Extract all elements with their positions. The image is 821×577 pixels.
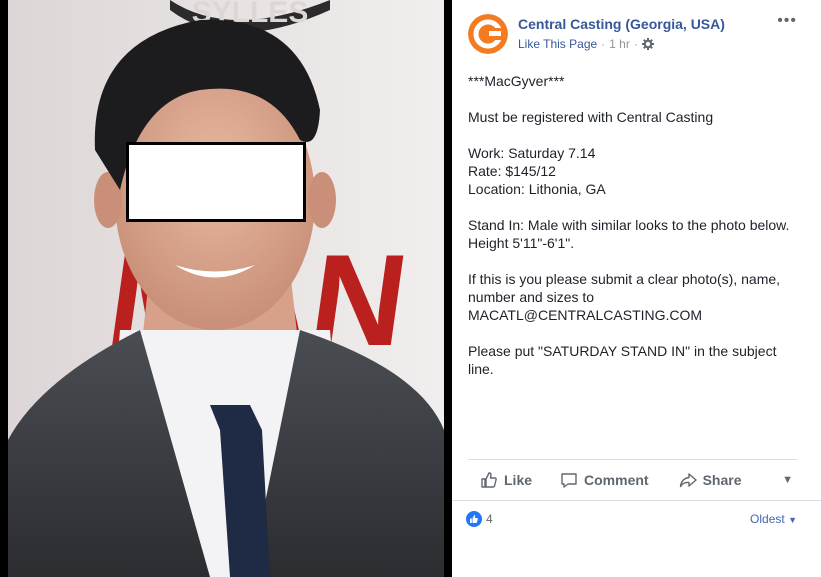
share-button[interactable]: Share	[679, 462, 742, 498]
reaction-count: 4	[486, 512, 493, 526]
photo-image: SYLLES MAN	[8, 0, 444, 577]
like-page-link[interactable]: Like This Page	[518, 37, 597, 51]
post-text-line: Work: Saturday 7.14	[468, 145, 596, 161]
comment-label: Comment	[584, 472, 649, 488]
post-text-line: number and sizes to	[468, 289, 595, 305]
post-actions: Like Comment Share ▼	[468, 462, 797, 498]
comment-bubble-icon	[561, 473, 577, 488]
post-text-line: Height 5'11"-6'1".	[468, 235, 575, 251]
like-button[interactable]: Like	[480, 462, 532, 498]
page-name-link[interactable]: Central Casting (Georgia, USA)	[518, 16, 725, 32]
share-label: Share	[702, 472, 742, 488]
post-timestamp[interactable]: 1 hr	[609, 37, 630, 51]
central-casting-logo-icon	[468, 14, 508, 54]
post-text-line: MACATL@CENTRALCASTING.COM	[468, 307, 703, 323]
divider	[452, 500, 821, 501]
post-text-line: ***MacGyver***	[468, 73, 565, 89]
post-text-line: line.	[468, 361, 494, 377]
post-text-line: Please put "SATURDAY STAND IN" in the su…	[468, 343, 777, 359]
meta-separator: ·	[633, 37, 638, 51]
post-photo[interactable]: SYLLES MAN	[0, 0, 452, 577]
divider	[468, 459, 797, 460]
sort-caret-icon: ▼	[788, 515, 797, 525]
audience-caret-icon[interactable]: ▼	[782, 462, 793, 498]
meta-separator: ·	[601, 37, 606, 51]
comment-sort-dropdown[interactable]: Oldest ▼	[750, 512, 797, 526]
post-body: ***MacGyver*** Must be registered with Ce…	[468, 72, 808, 378]
sort-label: Oldest	[750, 512, 785, 526]
more-options-icon[interactable]: •••	[777, 12, 797, 30]
post-text-line: Rate: $145/12	[468, 163, 556, 179]
comment-button[interactable]: Comment	[560, 462, 649, 498]
post-meta: Like This Page · 1 hr ·	[518, 37, 654, 51]
like-reaction-icon	[466, 511, 482, 527]
page-avatar[interactable]	[468, 14, 508, 54]
post-panel: Central Casting (Georgia, USA) Like This…	[452, 0, 821, 577]
like-label: Like	[504, 472, 533, 488]
post-text-line: Must be registered with Central Casting	[468, 109, 714, 125]
post-text-line: Location: Lithonia, GA	[468, 181, 606, 197]
share-arrow-icon	[679, 473, 697, 488]
settings-gear-icon[interactable]	[641, 38, 654, 50]
post-text-line: Stand In: Male with similar looks to the…	[468, 217, 790, 233]
redaction-box	[126, 142, 306, 222]
thumbs-up-icon	[481, 472, 497, 488]
post-text-line: If this is you please submit a clear pho…	[468, 271, 781, 287]
reactions-summary[interactable]: 4	[466, 511, 493, 527]
